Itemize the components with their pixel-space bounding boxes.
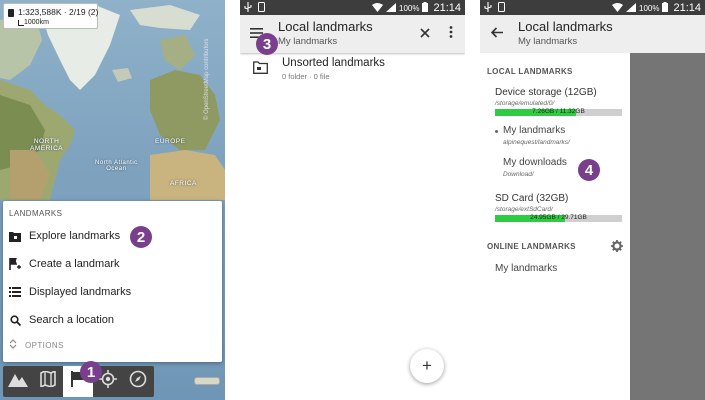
folder-title: Unsorted landmarks	[282, 57, 385, 69]
online-my-landmarks[interactable]: My landmarks	[495, 263, 557, 274]
maps-button[interactable]	[33, 366, 63, 397]
folder-landmark-icon	[9, 230, 21, 242]
sd-card-title: SD Card (32GB)	[495, 193, 569, 204]
map-icon	[40, 369, 56, 392]
overflow-menu-button[interactable]	[443, 26, 459, 42]
menu-item-search-location[interactable]: Search a location	[9, 307, 214, 333]
step-badge-3: 3	[256, 33, 278, 55]
device-storage-bar: 7.26GB / 11.32GB	[495, 108, 622, 116]
map-label-africa: AFRICA	[170, 180, 197, 187]
menu-item-displayed-landmarks[interactable]: Displayed landmarks	[9, 279, 214, 305]
step-badge-4: 4	[578, 159, 600, 181]
landmarks-menu: LANDMARKS Explore landmarks Create a lan…	[3, 201, 222, 362]
expand-icon	[9, 339, 17, 351]
compass-button[interactable]	[123, 366, 153, 397]
battery-icon	[662, 2, 669, 14]
device-storage-usage: 7.26GB / 11.32GB	[532, 108, 585, 115]
battery-percent: 100%	[639, 3, 660, 13]
signal-icon	[386, 2, 396, 14]
online-settings-button[interactable]	[611, 239, 623, 257]
menu-item-label: Create a landmark	[29, 258, 120, 270]
selected-bullet	[495, 130, 498, 133]
close-icon	[420, 25, 430, 43]
online-landmarks-heading: ONLINE LANDMARKS	[487, 242, 576, 251]
device-storage-path: /storage/emulated/0/	[495, 100, 555, 107]
menu-item-create-landmark[interactable]: Create a landmark	[9, 251, 214, 277]
my-landmarks-title: My landmarks	[503, 125, 566, 136]
my-landmarks-path: alpinequest/landmarks/	[503, 139, 570, 146]
flag-add-icon	[9, 258, 21, 270]
drawer-scrim[interactable]	[630, 53, 705, 400]
status-bar: 100% 21:14	[480, 0, 705, 15]
bottom-toolbar	[3, 366, 154, 397]
terrain-button[interactable]	[3, 366, 33, 397]
map-label-europe: EUROPE	[155, 138, 186, 145]
menu-heading: LANDMARKS	[9, 209, 63, 218]
gear-icon	[611, 239, 623, 256]
map-screen: NORTH AMERICA EUROPE AFRICA North Atlant…	[0, 0, 225, 400]
sd-card-bar: 24.95GB / 29.71GB	[495, 214, 622, 222]
battery-percent: 100%	[399, 3, 420, 13]
menu-item-label: Search a location	[29, 314, 114, 326]
status-time: 21:14	[433, 2, 461, 14]
usb-icon	[484, 2, 492, 14]
back-button[interactable]	[489, 26, 505, 42]
wifi-icon	[372, 2, 383, 14]
scale-indicator[interactable]: 1:323,588K · 2/19 (2) 1000km	[3, 3, 98, 29]
scale-text: 1:323,588K · 2/19 (2)	[18, 7, 99, 17]
drag-handle[interactable]	[194, 377, 220, 385]
sd-card-usage: 24.95GB / 29.71GB	[530, 214, 587, 221]
step-badge-1: 1	[80, 361, 102, 383]
page-title: Local landmarks	[518, 19, 613, 34]
storage-drawer-screen: 100% 21:14 Local landmarks My landmarks …	[480, 0, 705, 400]
status-bar: 100% 21:14	[240, 0, 465, 15]
page-subtitle: My landmarks	[518, 36, 578, 47]
plus-icon: +	[422, 356, 432, 375]
menu-item-label: Displayed landmarks	[29, 286, 132, 298]
notification-icon	[258, 2, 265, 14]
sd-card-path: /storage/extSdCard/	[495, 206, 553, 213]
step-badge-2: 2	[130, 226, 152, 248]
local-landmarks-screen: 100% 21:14 Local landmarks My landmarks …	[240, 0, 465, 400]
add-landmark-button[interactable]: +	[410, 349, 444, 383]
pin-icon	[8, 9, 14, 17]
status-time: 21:14	[673, 2, 701, 14]
page-subtitle: My landmarks	[278, 36, 338, 47]
compass-icon	[129, 370, 147, 393]
options-label: OPTIONS	[25, 340, 64, 350]
notification-icon	[498, 2, 505, 14]
map-credit: © OpenStreetMap contributors	[204, 38, 210, 120]
my-downloads-path: Download/	[503, 171, 534, 178]
search-icon	[9, 314, 21, 326]
map-label-north-america: NORTH AMERICA	[30, 138, 64, 152]
folder-icon	[253, 61, 268, 79]
more-vert-icon	[449, 25, 453, 43]
arrow-back-icon	[490, 25, 503, 43]
folder-unsorted-landmarks[interactable]: Unsorted landmarks 0 folder · 0 file	[240, 56, 465, 84]
mountain-icon	[8, 371, 28, 392]
page-title: Local landmarks	[278, 19, 373, 34]
usb-icon	[244, 2, 252, 14]
local-landmarks-heading: LOCAL LANDMARKS	[487, 67, 573, 76]
menu-item-explore-landmarks[interactable]: Explore landmarks	[9, 223, 214, 249]
menu-options-toggle[interactable]: OPTIONS	[9, 339, 64, 351]
app-bar: Local landmarks My landmarks	[480, 15, 705, 53]
close-button[interactable]	[417, 26, 433, 42]
wifi-icon	[612, 2, 623, 14]
device-storage-title: Device storage (12GB)	[495, 87, 597, 98]
storage-drawer: LOCAL LANDMARKS Device storage (12GB) /s…	[480, 53, 630, 400]
folder-subtitle: 0 folder · 0 file	[282, 72, 330, 81]
signal-icon	[626, 2, 636, 14]
menu-item-label: Explore landmarks	[29, 230, 121, 242]
map-label-north-atlantic: North Atlantic Ocean	[95, 160, 138, 172]
my-downloads-title: My downloads	[503, 157, 567, 168]
list-icon	[9, 286, 21, 298]
scale-distance: 1000km	[24, 19, 49, 26]
battery-icon	[422, 2, 429, 14]
